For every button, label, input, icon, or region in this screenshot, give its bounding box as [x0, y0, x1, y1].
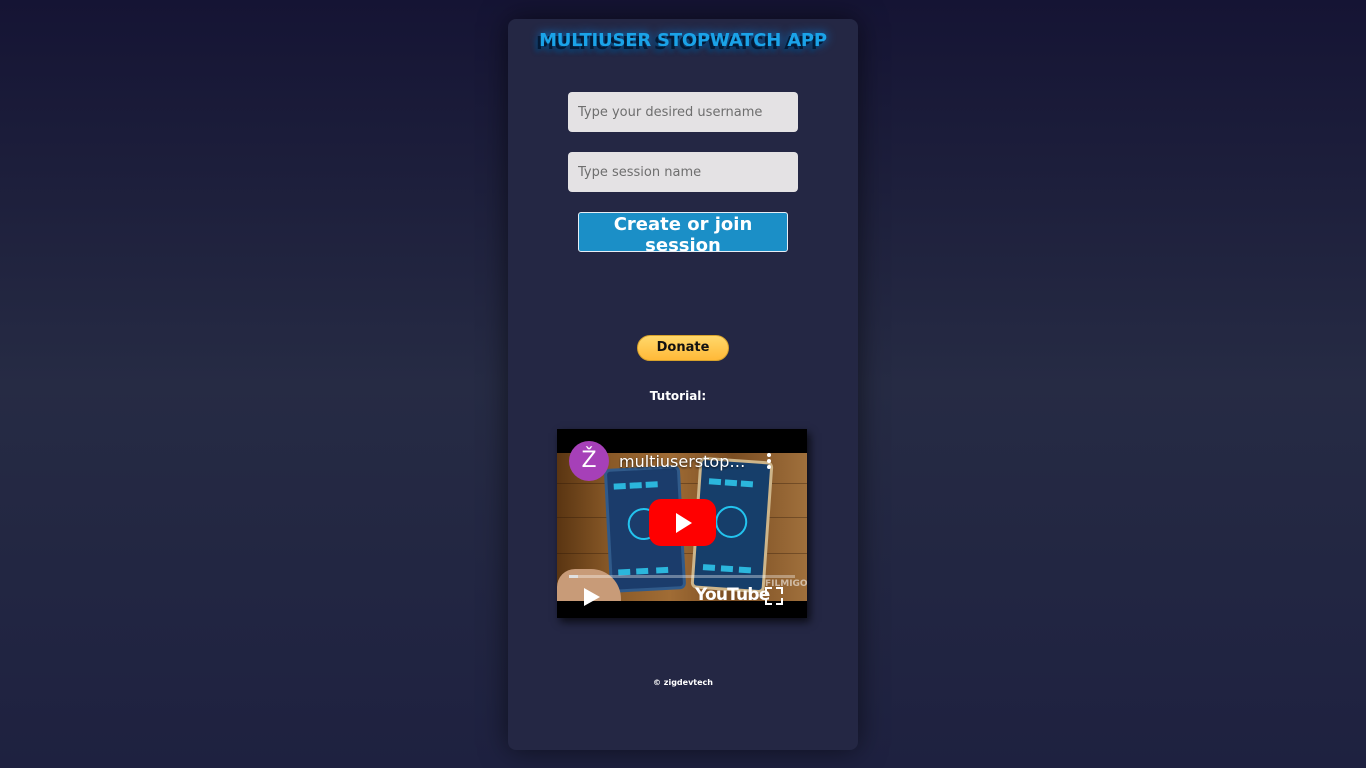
session-name-input[interactable]: [568, 152, 798, 192]
footer-copyright: © zigdevtech: [653, 678, 713, 687]
tutorial-video-player[interactable]: Ž multiuserstopwatch FILMIGO YouTube: [557, 429, 807, 618]
more-vert-icon[interactable]: [765, 451, 773, 471]
play-icon[interactable]: [584, 588, 600, 606]
app-title: MULTIUSER STOPWATCH APP: [539, 30, 827, 51]
donate-button[interactable]: Donate: [637, 335, 729, 361]
video-title[interactable]: multiuserstopwatch: [619, 452, 749, 471]
video-progress-bar[interactable]: [569, 575, 795, 578]
video-progress-fill: [569, 575, 579, 578]
username-input[interactable]: [568, 92, 798, 132]
channel-avatar[interactable]: Ž: [569, 441, 609, 481]
play-button[interactable]: [649, 499, 716, 546]
create-or-join-session-button[interactable]: Create or join session: [578, 212, 788, 252]
main-panel: MULTIUSER STOPWATCH APP Create or join s…: [508, 19, 858, 750]
fullscreen-icon[interactable]: [765, 587, 783, 605]
youtube-logo[interactable]: YouTube: [695, 585, 770, 605]
tutorial-label: Tutorial:: [649, 389, 707, 403]
